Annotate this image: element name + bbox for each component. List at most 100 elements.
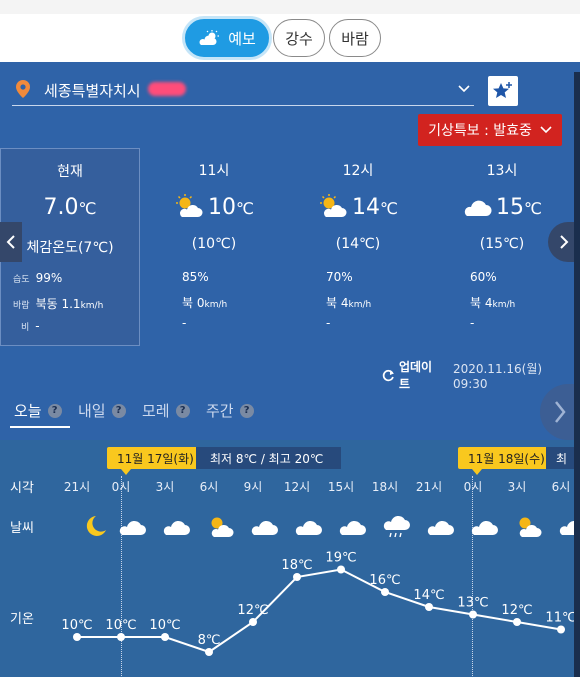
help-icon[interactable]: ? (239, 403, 254, 418)
wind-unit: km/h (204, 300, 228, 310)
hour-humidity: 60% (470, 270, 497, 284)
location-selector[interactable]: 세종특별자치시 (12, 76, 474, 106)
temperature-point (469, 610, 477, 619)
hour-temp-value: 10 (208, 195, 237, 220)
hour-feels-like: (14℃) (335, 236, 381, 252)
wind-dir: 북 (182, 296, 194, 310)
hour-time: 12시 (342, 163, 374, 179)
temp-unit: ℃ (380, 199, 398, 218)
temperature-point (161, 633, 169, 641)
tab-forecast[interactable]: 예보 (185, 19, 269, 57)
temperature-chart: 10℃ 10℃ 10℃ 8℃ 12℃ 18℃ 19℃ 16℃ 14℃ 13℃ 12℃ 11℃ (61, 551, 577, 656)
temperature-point (117, 633, 125, 641)
chevron-down-icon (540, 126, 552, 134)
temperature-label: 13℃ (457, 596, 488, 611)
hour-temp: 14℃ (286, 194, 430, 220)
temperature-label: 11℃ (545, 611, 576, 626)
alert-label: 기상특보 : 발효중 (428, 123, 532, 139)
refresh-icon (382, 369, 394, 381)
location-pin-icon (16, 80, 30, 98)
hour-card: 12시 14℃ (14℃) 70% 북 4km/h - (286, 148, 430, 346)
active-tab-indicator (10, 426, 70, 428)
temperature-line (77, 568, 562, 654)
top-tab-bar: 예보 강수 바람 (0, 0, 580, 62)
sun-cloud-icon (176, 194, 203, 217)
hour-wind: 북 4km/h (470, 294, 515, 311)
tab-precipitation-label: 강수 (285, 29, 313, 48)
hour-wind: 북 4km/h (326, 294, 371, 311)
redacted-detail (148, 82, 186, 96)
tab-wind[interactable]: 바람 (329, 19, 381, 57)
chevron-down-icon (458, 85, 470, 93)
tab-tomorrow-label: 내일 (78, 402, 106, 420)
help-icon[interactable]: ? (175, 403, 190, 418)
temp-unit: ℃ (78, 199, 97, 218)
wind-unit: km/h (80, 301, 104, 311)
hourly-cards: 현재 7.0℃ 체감온도(7℃) 습도 99% 바람 북동 1.1km/h 비- 1… (0, 148, 580, 348)
current-temp-value: 7.0 (43, 195, 79, 220)
hour-rain: - (182, 316, 187, 330)
tab-tomorrow[interactable]: 내일? (78, 400, 126, 421)
chevron-right-icon (555, 401, 566, 423)
hour-rain: - (326, 316, 331, 330)
hour-wind: 북 0km/h (182, 294, 227, 311)
temp-unit: ℃ (236, 199, 254, 218)
wind-speed: 0 (196, 296, 205, 310)
temperature-point (249, 618, 257, 626)
weather-alert-button[interactable]: 기상특보 : 발효중 (418, 114, 562, 146)
rain-value: - (35, 319, 40, 333)
temperature-point (425, 603, 433, 611)
temperature-point (73, 633, 81, 641)
hour-temp: 10℃ (142, 194, 286, 220)
sun-cloud-icon (320, 194, 347, 217)
temperature-label: 8℃ (198, 633, 221, 648)
temperature-label: 10℃ (149, 618, 180, 633)
temperature-point (337, 565, 345, 574)
wind-unit: km/h (348, 300, 372, 310)
current-wind: 바람 북동 1.1km/h (13, 295, 103, 312)
tab-weekly[interactable]: 주간? (206, 400, 254, 421)
temperature-point (557, 625, 565, 634)
tab-day-after-tomorrow[interactable]: 모레? (142, 400, 190, 421)
tab-forecast-label: 예보 (228, 29, 256, 48)
tab-day-after-label: 모레 (142, 402, 170, 420)
hour-temp: 15℃ (430, 194, 574, 220)
chevron-left-icon (6, 235, 15, 249)
current-temp: 7.0℃ (1, 195, 139, 220)
help-icon[interactable]: ? (111, 403, 126, 418)
prev-hours-button[interactable] (0, 222, 22, 262)
hour-humidity: 85% (182, 270, 209, 284)
star-plus-icon (493, 82, 512, 98)
temperature-label: 19℃ (325, 551, 356, 566)
update-button[interactable]: 업데이트 2020.11.16(월) 09:30 (382, 358, 580, 392)
wind-unit: km/h (492, 300, 516, 310)
chevron-right-icon (560, 235, 569, 249)
wind-dir: 북 (326, 296, 338, 310)
add-favorite-button[interactable] (488, 76, 518, 106)
wind-speed: 1.1 (61, 297, 81, 311)
current-title: 현재 (57, 164, 83, 180)
current-rain: 비- (21, 319, 40, 333)
temperature-label: 18℃ (281, 558, 312, 573)
help-icon[interactable]: ? (47, 403, 62, 418)
humidity-label: 습도 (13, 275, 30, 285)
temperature-label: 16℃ (369, 573, 400, 588)
wind-speed: 4 (340, 296, 349, 310)
hour-humidity: 70% (326, 270, 353, 284)
hour-time: 13시 (486, 163, 518, 179)
temperature-point (513, 618, 521, 626)
rain-label: 비 (21, 323, 30, 333)
cloud-icon (464, 200, 492, 216)
hour-temp-value: 15 (496, 195, 525, 220)
hour-feels-like: (10℃) (191, 236, 237, 252)
location-name: 세종특별자치시 (44, 82, 141, 100)
tab-weekly-label: 주간 (206, 402, 234, 420)
tab-today-label: 오늘 (14, 402, 42, 420)
tab-precipitation[interactable]: 강수 (273, 19, 325, 57)
scrollbar[interactable] (574, 72, 580, 677)
temperature-label: 14℃ (413, 588, 444, 603)
tab-today[interactable]: 오늘? (14, 400, 62, 421)
temperature-label: 10℃ (105, 618, 136, 633)
hour-card: 11시 10℃ (10℃) 85% 북 0km/h - (142, 148, 286, 346)
hour-rain: - (470, 316, 475, 330)
